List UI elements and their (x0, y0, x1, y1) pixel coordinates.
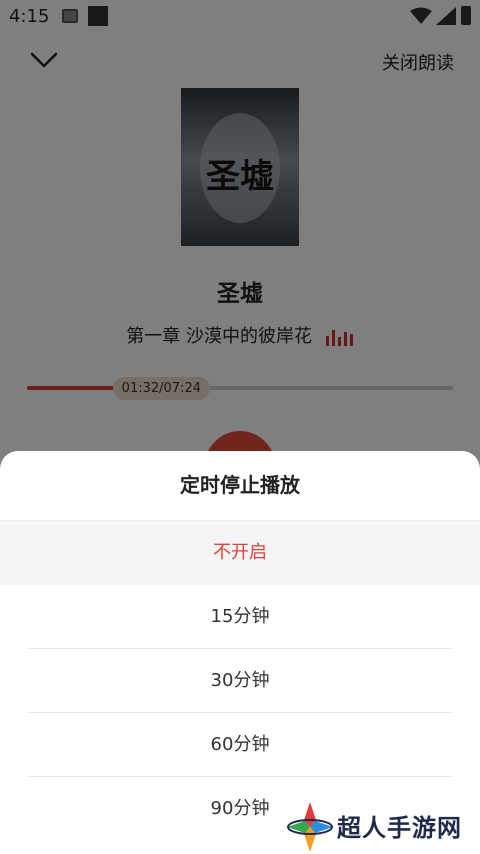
sleep-timer-sheet: 定时停止播放 不开启 15分钟 30分钟 60分钟 90分钟 (0, 451, 480, 854)
watermark-logo-icon (287, 802, 333, 852)
watermark-text: 超人手游网 (337, 814, 462, 842)
timer-option-60[interactable]: 60分钟 (0, 713, 480, 777)
timer-option-30[interactable]: 30分钟 (0, 649, 480, 713)
watermark: 超人手游网 (285, 800, 480, 854)
timer-option-15[interactable]: 15分钟 (0, 585, 480, 649)
timer-option-off[interactable]: 不开启 (0, 521, 480, 585)
sheet-title: 定时停止播放 (0, 451, 480, 521)
